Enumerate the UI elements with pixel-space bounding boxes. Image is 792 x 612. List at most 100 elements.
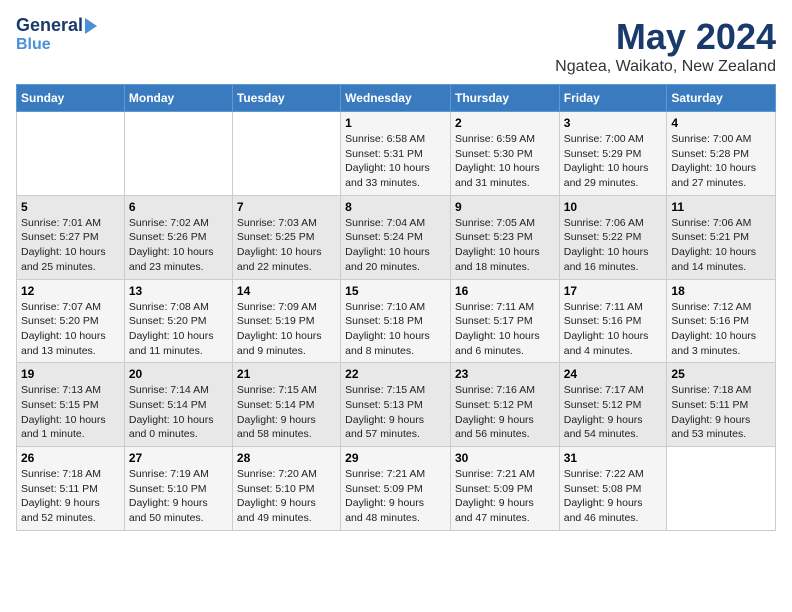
day-number: 23: [455, 367, 555, 381]
calendar-cell: 13Sunrise: 7:08 AM Sunset: 5:20 PM Dayli…: [124, 279, 232, 363]
calendar-cell: 9 Sunrise: 7:05 AM Sunset: 5:23 PM Daylig…: [450, 195, 559, 279]
day-number: 27: [129, 451, 228, 465]
day-number: 17: [564, 284, 663, 298]
week-row-3: 12Sunrise: 7:07 AM Sunset: 5:20 PM Dayli…: [17, 279, 776, 363]
calendar-cell: 26 Sunrise: 7:18 AM Sunset: 5:11 PM Dayli…: [17, 447, 125, 531]
day-number: 13: [129, 284, 228, 298]
day-number: 20: [129, 367, 228, 381]
header-day-saturday: Saturday: [667, 85, 776, 112]
day-content: Sunrise: 7:21 AM Sunset: 5:09 PM Dayligh…: [345, 467, 446, 526]
header-day-tuesday: Tuesday: [232, 85, 340, 112]
calendar-cell: 22 Sunrise: 7:15 AM Sunset: 5:13 PM Dayli…: [341, 363, 451, 447]
day-number: 25: [671, 367, 771, 381]
calendar-cell: 14 Sunrise: 7:09 AM Sunset: 5:19 PM Dayli…: [232, 279, 340, 363]
calendar-cell: 6Sunrise: 7:02 AM Sunset: 5:26 PM Daylig…: [124, 195, 232, 279]
day-number: 18: [671, 284, 771, 298]
day-number: 26: [21, 451, 120, 465]
day-content: Sunrise: 7:12 AM Sunset: 5:16 PM Dayligh…: [671, 300, 771, 359]
day-number: 22: [345, 367, 446, 381]
day-number: 24: [564, 367, 663, 381]
day-number: 28: [237, 451, 336, 465]
calendar-cell: 19 Sunrise: 7:13 AM Sunset: 5:15 PM Dayli…: [17, 363, 125, 447]
week-row-2: 5 Sunrise: 7:01 AM Sunset: 5:27 PM Daylig…: [17, 195, 776, 279]
day-content: Sunrise: 7:09 AM Sunset: 5:19 PM Dayligh…: [237, 300, 336, 359]
week-row-1: 1 Sunrise: 6:58 AM Sunset: 5:31 PM Daylig…: [17, 112, 776, 196]
header-day-monday: Monday: [124, 85, 232, 112]
title-block: May 2024 Ngatea, Waikato, New Zealand: [555, 16, 776, 76]
location-title: Ngatea, Waikato, New Zealand: [555, 58, 776, 76]
calendar-cell: 21Sunrise: 7:15 AM Sunset: 5:14 PM Dayli…: [232, 363, 340, 447]
calendar-cell: 23 Sunrise: 7:16 AM Sunset: 5:12 PM Dayli…: [450, 363, 559, 447]
calendar-cell: [17, 112, 125, 196]
calendar-cell: 28 Sunrise: 7:20 AM Sunset: 5:10 PM Dayli…: [232, 447, 340, 531]
day-content: Sunrise: 7:15 AM Sunset: 5:13 PM Dayligh…: [345, 383, 446, 442]
logo-arrow-icon: [85, 18, 97, 34]
day-content: Sunrise: 7:13 AM Sunset: 5:15 PM Dayligh…: [21, 383, 120, 442]
header-day-friday: Friday: [559, 85, 667, 112]
day-number: 8: [345, 200, 446, 214]
calendar-cell: [667, 447, 776, 531]
calendar-cell: 3 Sunrise: 7:00 AM Sunset: 5:29 PM Daylig…: [559, 112, 667, 196]
day-content: Sunrise: 7:20 AM Sunset: 5:10 PM Dayligh…: [237, 467, 336, 526]
day-content: Sunrise: 7:11 AM Sunset: 5:16 PM Dayligh…: [564, 300, 663, 359]
calendar-cell: 15Sunrise: 7:10 AM Sunset: 5:18 PM Dayli…: [341, 279, 451, 363]
calendar-cell: 29 Sunrise: 7:21 AM Sunset: 5:09 PM Dayli…: [341, 447, 451, 531]
day-content: Sunrise: 7:01 AM Sunset: 5:27 PM Dayligh…: [21, 216, 120, 275]
header-day-thursday: Thursday: [450, 85, 559, 112]
day-number: 29: [345, 451, 446, 465]
day-number: 21: [237, 367, 336, 381]
day-content: Sunrise: 7:06 AM Sunset: 5:22 PM Dayligh…: [564, 216, 663, 275]
day-content: Sunrise: 7:00 AM Sunset: 5:29 PM Dayligh…: [564, 132, 663, 191]
day-content: Sunrise: 7:19 AM Sunset: 5:10 PM Dayligh…: [129, 467, 228, 526]
calendar-cell: 25Sunrise: 7:18 AM Sunset: 5:11 PM Dayli…: [667, 363, 776, 447]
day-number: 7: [237, 200, 336, 214]
calendar-cell: 1 Sunrise: 6:58 AM Sunset: 5:31 PM Daylig…: [341, 112, 451, 196]
day-content: Sunrise: 7:16 AM Sunset: 5:12 PM Dayligh…: [455, 383, 555, 442]
day-number: 5: [21, 200, 120, 214]
day-number: 4: [671, 116, 771, 130]
calendar-cell: 18 Sunrise: 7:12 AM Sunset: 5:16 PM Dayli…: [667, 279, 776, 363]
day-content: Sunrise: 7:06 AM Sunset: 5:21 PM Dayligh…: [671, 216, 771, 275]
day-content: Sunrise: 7:00 AM Sunset: 5:28 PM Dayligh…: [671, 132, 771, 191]
page-header: General Blue May 2024 Ngatea, Waikato, N…: [16, 16, 776, 76]
calendar-cell: 11 Sunrise: 7:06 AM Sunset: 5:21 PM Dayli…: [667, 195, 776, 279]
day-number: 10: [564, 200, 663, 214]
day-number: 12: [21, 284, 120, 298]
day-number: 30: [455, 451, 555, 465]
day-number: 19: [21, 367, 120, 381]
calendar-cell: 7 Sunrise: 7:03 AM Sunset: 5:25 PM Daylig…: [232, 195, 340, 279]
calendar-header-row: SundayMondayTuesdayWednesdayThursdayFrid…: [17, 85, 776, 112]
day-number: 14: [237, 284, 336, 298]
week-row-4: 19 Sunrise: 7:13 AM Sunset: 5:15 PM Dayli…: [17, 363, 776, 447]
day-content: Sunrise: 7:10 AM Sunset: 5:18 PM Dayligh…: [345, 300, 446, 359]
day-number: 31: [564, 451, 663, 465]
day-content: Sunrise: 7:04 AM Sunset: 5:24 PM Dayligh…: [345, 216, 446, 275]
calendar-cell: [232, 112, 340, 196]
day-number: 1: [345, 116, 446, 130]
day-number: 16: [455, 284, 555, 298]
calendar-cell: 12Sunrise: 7:07 AM Sunset: 5:20 PM Dayli…: [17, 279, 125, 363]
calendar-cell: 24Sunrise: 7:17 AM Sunset: 5:12 PM Dayli…: [559, 363, 667, 447]
day-content: Sunrise: 7:18 AM Sunset: 5:11 PM Dayligh…: [21, 467, 120, 526]
day-content: Sunrise: 7:22 AM Sunset: 5:08 PM Dayligh…: [564, 467, 663, 526]
calendar-cell: 20Sunrise: 7:14 AM Sunset: 5:14 PM Dayli…: [124, 363, 232, 447]
day-number: 3: [564, 116, 663, 130]
calendar-cell: [124, 112, 232, 196]
logo-blue: Blue: [16, 36, 51, 54]
day-content: Sunrise: 7:05 AM Sunset: 5:23 PM Dayligh…: [455, 216, 555, 275]
day-content: Sunrise: 7:03 AM Sunset: 5:25 PM Dayligh…: [237, 216, 336, 275]
day-number: 9: [455, 200, 555, 214]
header-day-wednesday: Wednesday: [341, 85, 451, 112]
day-number: 11: [671, 200, 771, 214]
calendar-cell: 17 Sunrise: 7:11 AM Sunset: 5:16 PM Dayli…: [559, 279, 667, 363]
calendar-cell: 30Sunrise: 7:21 AM Sunset: 5:09 PM Dayli…: [450, 447, 559, 531]
calendar-cell: 27 Sunrise: 7:19 AM Sunset: 5:10 PM Dayli…: [124, 447, 232, 531]
calendar-cell: 8 Sunrise: 7:04 AM Sunset: 5:24 PM Daylig…: [341, 195, 451, 279]
day-content: Sunrise: 6:59 AM Sunset: 5:30 PM Dayligh…: [455, 132, 555, 191]
day-content: Sunrise: 6:58 AM Sunset: 5:31 PM Dayligh…: [345, 132, 446, 191]
day-content: Sunrise: 7:11 AM Sunset: 5:17 PM Dayligh…: [455, 300, 555, 359]
calendar-cell: 2 Sunrise: 6:59 AM Sunset: 5:30 PM Daylig…: [450, 112, 559, 196]
logo: General Blue: [16, 16, 97, 53]
calendar-cell: 16 Sunrise: 7:11 AM Sunset: 5:17 PM Dayli…: [450, 279, 559, 363]
day-number: 2: [455, 116, 555, 130]
